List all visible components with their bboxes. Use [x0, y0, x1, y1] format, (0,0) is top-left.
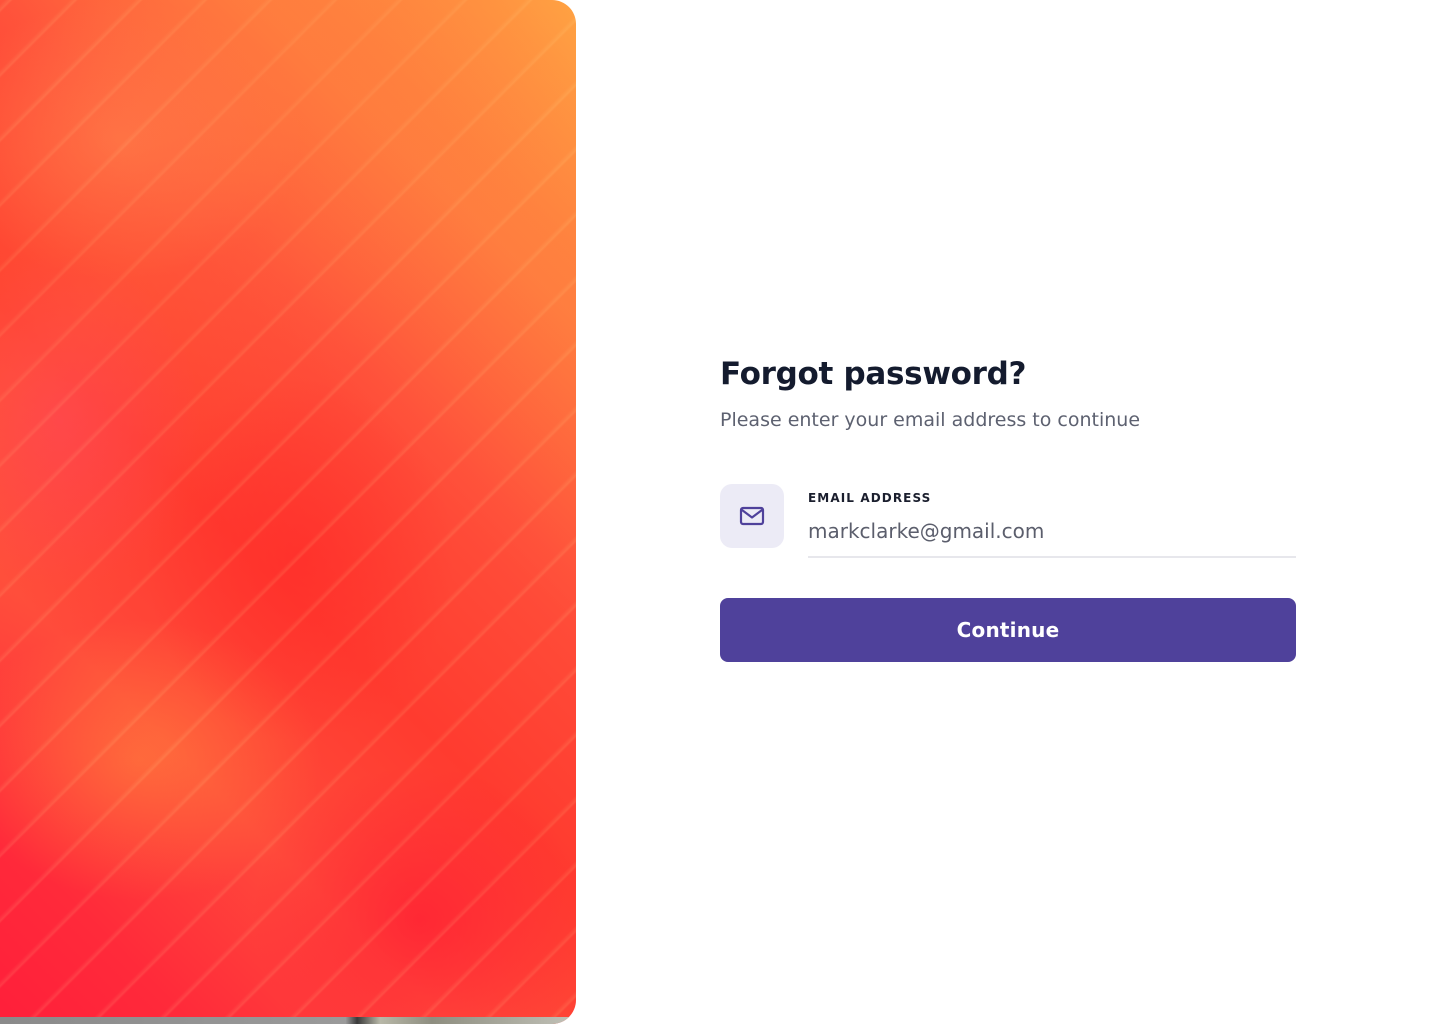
hero-image-bottom-strip	[0, 1017, 576, 1024]
hero-image	[0, 0, 576, 1024]
forgot-password-page: Forgot password? Please enter your email…	[0, 0, 1440, 1024]
continue-button[interactable]: Continue	[720, 598, 1296, 662]
email-field: EMAIL ADDRESS	[720, 484, 1296, 558]
email-icon-tile	[720, 484, 784, 548]
page-subtitle: Please enter your email address to conti…	[720, 409, 1141, 431]
email-field-label: EMAIL ADDRESS	[808, 491, 932, 505]
forgot-password-form: Forgot password? Please enter your email…	[720, 354, 1296, 662]
email-field-body: EMAIL ADDRESS	[808, 490, 1296, 558]
email-input[interactable]	[808, 518, 1296, 544]
page-title: Forgot password?	[720, 356, 1027, 392]
mail-icon	[739, 506, 765, 526]
